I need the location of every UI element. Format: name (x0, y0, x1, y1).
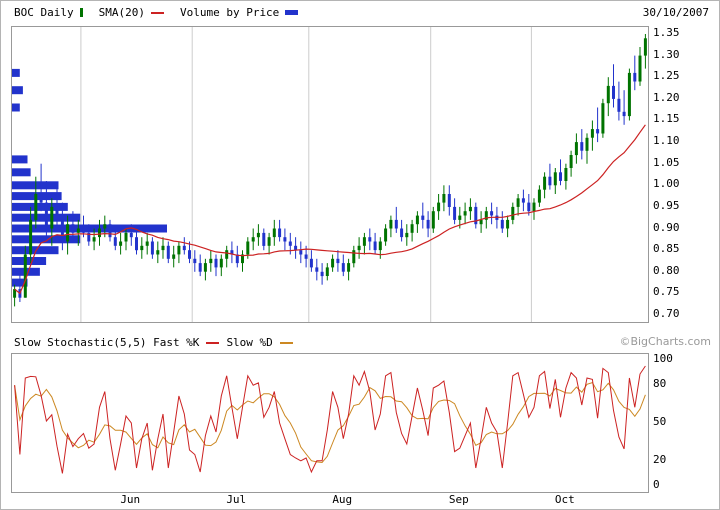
price-tick-label: 1.30 (653, 49, 680, 61)
stoch-tick-label: 100 (653, 353, 673, 365)
price-tick-label: 1.35 (653, 27, 680, 39)
legend-item-vbp: Volume by Price (180, 6, 298, 19)
bigcharts-stock-chart: BOC Daily SMA(20) Volume by Price 30/10/… (0, 0, 720, 510)
stochastic-panel (11, 353, 649, 493)
price-tick-label: 1.25 (653, 70, 680, 82)
symbol-frequency-label: BOC Daily (14, 6, 74, 19)
price-tick-label: 0.80 (653, 265, 680, 277)
price-tick-label: 0.95 (653, 200, 680, 212)
month-label: Jul (221, 493, 251, 506)
month-label: Oct (550, 493, 580, 506)
price-tick-label: 1.10 (653, 135, 680, 147)
bigcharts-watermark: ©BigCharts.com (619, 335, 711, 348)
candle-swatch-icon (80, 8, 83, 17)
stochastic-title-label: Slow Stochastic(5,5) Fast %K (14, 336, 199, 349)
price-tick-label: 1.00 (653, 178, 680, 190)
price-tick-label: 0.70 (653, 308, 680, 320)
sma-label: SMA(20) (99, 6, 145, 19)
price-chart-svg (12, 27, 648, 322)
price-tick-label: 1.20 (653, 92, 680, 104)
vbp-swatch-icon (285, 10, 298, 15)
stochastic-d-label: Slow %D (226, 336, 272, 349)
legend-item-sma: SMA(20) (99, 6, 164, 19)
month-label: Aug (327, 493, 357, 506)
main-chart-legend: BOC Daily SMA(20) Volume by Price (14, 6, 298, 19)
as-of-date-label: 30/10/2007 (643, 6, 709, 19)
legend-item-symbol: BOC Daily (14, 6, 83, 19)
stoch-tick-label: 50 (653, 416, 666, 428)
price-tick-label: 0.75 (653, 286, 680, 298)
k-line-icon (206, 342, 219, 344)
vbp-label: Volume by Price (180, 6, 279, 19)
stoch-tick-label: 20 (653, 454, 666, 466)
sma-line-icon (151, 12, 164, 14)
stochastic-legend: Slow Stochastic(5,5) Fast %K Slow %D (14, 336, 293, 349)
month-label: Jun (115, 493, 145, 506)
d-line-icon (280, 342, 293, 344)
price-chart-panel (11, 26, 649, 323)
stoch-tick-label: 80 (653, 378, 666, 390)
stoch-tick-label: 0 (653, 479, 660, 491)
price-tick-label: 0.85 (653, 243, 680, 255)
price-tick-label: 1.05 (653, 157, 680, 169)
month-label: Sep (444, 493, 474, 506)
stochastic-svg (12, 354, 648, 492)
price-tick-label: 0.90 (653, 222, 680, 234)
price-tick-label: 1.15 (653, 113, 680, 125)
